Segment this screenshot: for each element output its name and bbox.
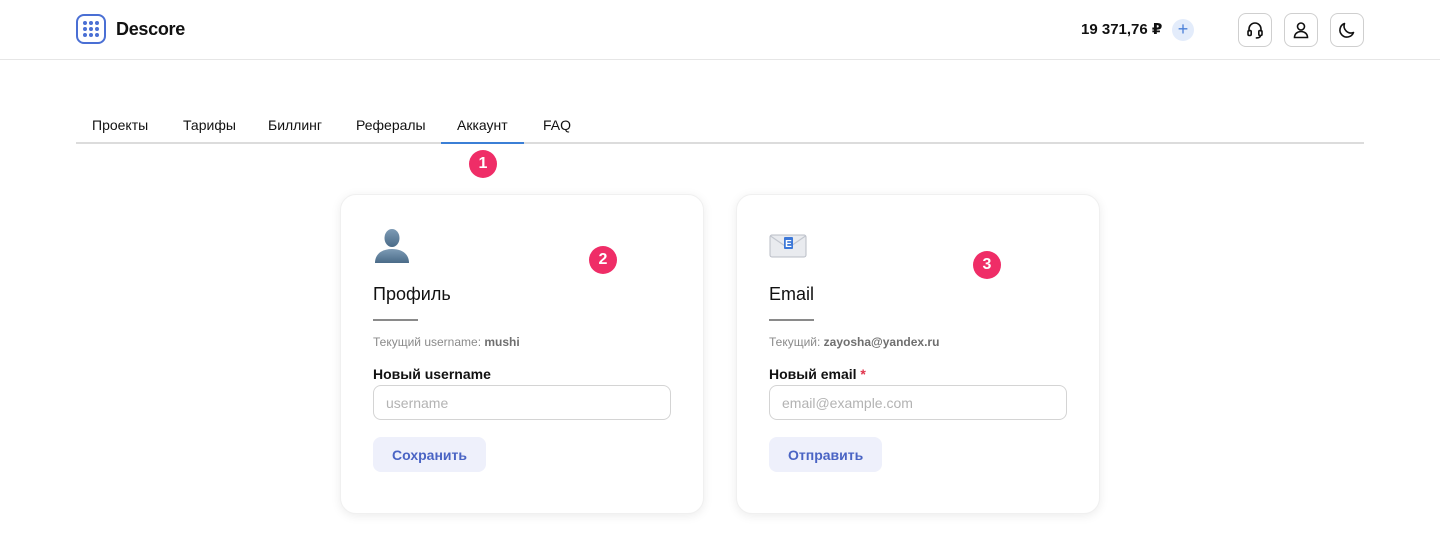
balance-amount: 19 371,76 ₽ bbox=[1081, 21, 1163, 38]
step-badge: 2 bbox=[589, 246, 617, 274]
brand-name[interactable]: Descore bbox=[116, 19, 185, 40]
tab-billing[interactable]: Биллинг bbox=[252, 108, 338, 144]
tab-tariffs[interactable]: Тарифы bbox=[167, 108, 252, 144]
support-button[interactable] bbox=[1238, 13, 1272, 47]
email-title: Email bbox=[769, 284, 815, 304]
tab-referrals[interactable]: Рефералы bbox=[340, 108, 442, 144]
envelope-icon: E bbox=[769, 234, 807, 258]
tab-faq[interactable]: FAQ bbox=[527, 108, 587, 144]
profile-card: 2 Профиль Текущий username: mushi Новый … bbox=[340, 194, 704, 514]
tab-account[interactable]: Аккаунт bbox=[441, 108, 524, 144]
save-button[interactable]: Сохранить bbox=[373, 437, 486, 472]
required-mark: * bbox=[860, 366, 866, 382]
moon-icon bbox=[1339, 22, 1355, 38]
email-label: Новый email * bbox=[769, 366, 866, 382]
step-badge: 3 bbox=[973, 251, 1001, 279]
email-card: E 3 Email Текущий: zayosha@yandex.ru Нов… bbox=[736, 194, 1100, 514]
step-badge: 1 bbox=[469, 150, 497, 178]
send-button[interactable]: Отправить bbox=[769, 437, 883, 472]
svg-text:E: E bbox=[785, 239, 792, 250]
theme-toggle-button[interactable] bbox=[1330, 13, 1364, 47]
current-email: Текущий: zayosha@yandex.ru bbox=[769, 335, 940, 349]
username-input[interactable] bbox=[373, 385, 671, 420]
headset-icon bbox=[1247, 22, 1263, 39]
profile-button[interactable] bbox=[1284, 13, 1318, 47]
tab-projects[interactable]: Проекты bbox=[76, 108, 164, 144]
tab-bar: Проекты Тарифы Биллинг Рефералы Аккаунт … bbox=[76, 108, 1364, 144]
current-username: Текущий username: mushi bbox=[373, 335, 520, 349]
username-label: Новый username bbox=[373, 366, 491, 382]
user-icon bbox=[1293, 22, 1309, 39]
top-header: Descore 19 371,76 ₽ + bbox=[0, 0, 1440, 60]
grid-dots-icon[interactable] bbox=[76, 14, 106, 44]
divider bbox=[373, 319, 418, 321]
user-silhouette-icon bbox=[375, 229, 409, 263]
divider bbox=[769, 319, 814, 321]
profile-title: Профиль bbox=[373, 284, 451, 304]
add-funds-button[interactable]: + bbox=[1172, 19, 1194, 41]
email-input[interactable] bbox=[769, 385, 1067, 420]
